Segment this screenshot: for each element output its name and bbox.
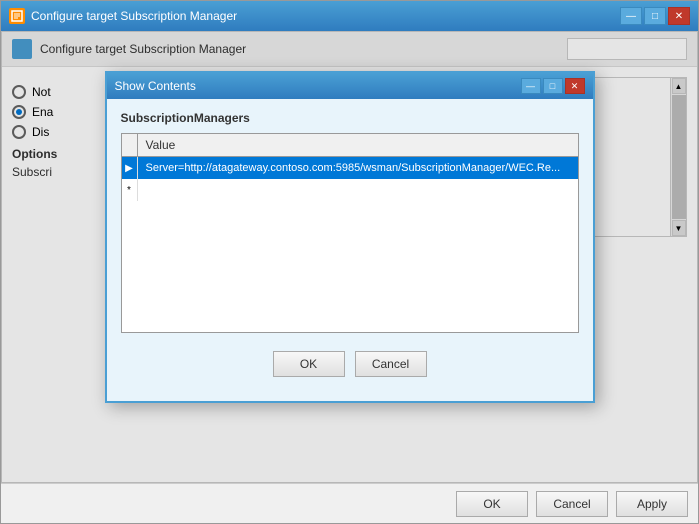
maximize-button[interactable]: □	[644, 7, 666, 25]
bottom-bar: OK Cancel Apply	[1, 483, 698, 523]
dialog-body: SubscriptionManagers Value ▶ Server=http…	[107, 99, 593, 401]
dialog-minimize-button[interactable]: —	[521, 78, 541, 94]
ok-button[interactable]: OK	[456, 491, 528, 517]
dialog-title-bar: Show Contents — □ ✕	[107, 73, 593, 99]
minimize-button[interactable]: —	[620, 7, 642, 25]
app-icon	[9, 8, 25, 24]
dialog-close-button[interactable]: ✕	[565, 78, 585, 94]
dialog-footer: OK Cancel	[121, 345, 579, 389]
dialog-ok-button[interactable]: OK	[273, 351, 345, 377]
cancel-button[interactable]: Cancel	[536, 491, 608, 517]
dialog-section-title: SubscriptionManagers	[121, 111, 579, 125]
close-button[interactable]: ✕	[668, 7, 690, 25]
dialog-maximize-button[interactable]: □	[543, 78, 563, 94]
table-header-value: Value	[138, 135, 578, 155]
row-value: Server=http://atagateway.contoso.com:598…	[138, 160, 578, 176]
dialog-title: Show Contents	[115, 79, 196, 93]
row-indicator: ▶	[122, 157, 138, 179]
subscription-managers-table: Value ▶ Server=http://atagateway.contoso…	[121, 133, 579, 333]
modal-overlay: Show Contents — □ ✕ SubscriptionManagers	[1, 31, 698, 523]
title-bar-controls: — □ ✕	[620, 7, 690, 25]
table-row[interactable]: ▶ Server=http://atagateway.contoso.com:5…	[122, 157, 578, 179]
table-empty-row[interactable]: *	[122, 179, 578, 201]
table-header: Value	[122, 134, 578, 157]
window-title: Configure target Subscription Manager	[31, 9, 237, 23]
title-bar-left: Configure target Subscription Manager	[9, 8, 237, 24]
table-header-spacer	[122, 134, 138, 156]
dialog-controls: — □ ✕	[521, 78, 585, 94]
show-contents-dialog: Show Contents — □ ✕ SubscriptionManagers	[105, 71, 595, 403]
title-bar: Configure target Subscription Manager — …	[1, 1, 698, 31]
apply-button[interactable]: Apply	[616, 491, 688, 517]
empty-row-indicator: *	[122, 179, 138, 201]
dialog-cancel-button[interactable]: Cancel	[355, 351, 427, 377]
main-window: Configure target Subscription Manager — …	[0, 0, 699, 524]
main-content: Configure target Subscription Manager No…	[1, 31, 698, 523]
